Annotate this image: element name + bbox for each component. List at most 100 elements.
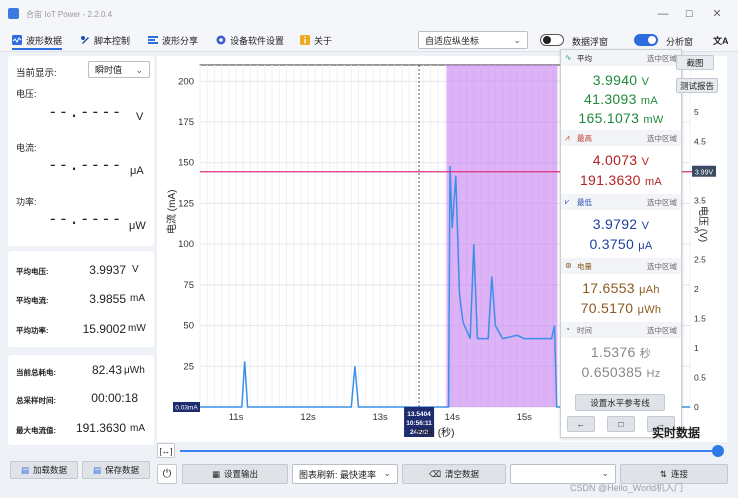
display-mode-select[interactable]: 瞬时值 ⌄ <box>88 61 150 78</box>
max-current-unit: mA <box>130 423 145 434</box>
output-icon: ▦ <box>211 468 220 479</box>
y-tick-label: 75 <box>183 280 194 291</box>
analysis-window-toggle[interactable] <box>634 34 658 46</box>
avg-power-value: 15.9002 <box>82 322 126 336</box>
refresh-rate-value: 图表刷新: 最快速率 <box>299 469 377 480</box>
max-section-header: ⩘ 最高 选中区域 <box>561 130 681 146</box>
y2-tick-label: 4.5 <box>694 137 706 147</box>
display-mode-value: 瞬时值 <box>95 65 123 75</box>
avg-power-unit: mW <box>128 323 146 334</box>
max-current: 191.3630 mA <box>579 172 663 188</box>
min-title: 最低 <box>577 198 592 207</box>
tab-label: 脚本控制 <box>94 35 131 46</box>
load-data-button[interactable]: ▤ 加载数据 <box>10 461 78 479</box>
current-display-label: 当前显示: <box>16 68 57 79</box>
power-icon: ⏻ <box>162 467 172 480</box>
chevron-down-icon: ⌄ <box>601 468 609 478</box>
y2-tick-label: 1.5 <box>694 314 706 324</box>
data-float-toggle[interactable] <box>540 34 564 46</box>
save-data-button[interactable]: ▤ 保存数据 <box>82 461 150 479</box>
avg-voltage-label: 平均电压: <box>16 267 49 276</box>
chevron-down-icon: ⌄ <box>383 468 391 478</box>
sample-time-label: 总采样时间: <box>16 396 56 405</box>
y-axis-label: 电流 (mA) <box>167 189 178 234</box>
y-tick-label: 175 <box>178 117 194 128</box>
close-button[interactable]: ✕ <box>710 8 724 20</box>
energy-icon: ⊛ <box>565 261 572 270</box>
window-title: 合宙 IoT Power - 2.2.0.4 <box>26 10 113 19</box>
connect-icon: ⇅ <box>659 468 668 479</box>
power-label: 功率: <box>16 197 37 207</box>
waveform-icon <box>12 35 22 45</box>
title-bar: 合宙 IoT Power - 2.2.0.4 — ☐ ✕ <box>0 0 738 28</box>
avg-current-unit: mA <box>130 293 145 304</box>
clear-data-button[interactable]: ⌫ 清空数据 <box>402 464 506 484</box>
chevron-down-icon: ⌄ <box>135 65 143 75</box>
max-scope: 选中区域 <box>647 134 677 143</box>
min-icon: ⩗ <box>565 197 570 206</box>
timeline-slider-track[interactable] <box>180 450 720 452</box>
power-button[interactable]: ⏻ <box>157 464 177 484</box>
y-tick-label: 150 <box>178 158 194 169</box>
energy-label: 当前总耗电: <box>16 368 56 377</box>
power-unit: μW <box>129 220 146 232</box>
tab-label: 波形数据 <box>26 35 63 46</box>
maximize-button[interactable]: ☐ <box>682 8 696 20</box>
y-tick-label: 50 <box>183 321 194 332</box>
tab-about[interactable]: 关于 <box>300 32 332 48</box>
settings-icon <box>216 35 226 45</box>
realtime-data-label: 实时数据 <box>652 426 701 440</box>
tab-device-settings[interactable]: 设备软件设置 <box>216 32 284 48</box>
timeline-slider-handle[interactable] <box>712 445 724 457</box>
test-report-button[interactable]: 测试报告 <box>676 78 718 93</box>
min-section-header: ⩗ 最低 选中区域 <box>561 194 681 210</box>
prev-arrow-button[interactable]: ← <box>567 416 595 432</box>
x-tick-label: 13s <box>372 412 388 423</box>
analysis-window-label: 分析窗 <box>666 37 694 47</box>
set-reference-line-button[interactable]: 设置水平参考线 <box>575 394 665 411</box>
avg-scope: 选中区域 <box>647 54 677 63</box>
y2-tick-label: 0 <box>694 402 699 412</box>
set-output-button[interactable]: ▦ 设置输出 <box>182 464 288 484</box>
screenshot-button[interactable]: 截图 <box>676 55 714 70</box>
energy-section-header: ⊛ 电量 选中区域 <box>561 258 681 274</box>
cursor-label-line: 13.5404 <box>407 411 431 418</box>
refresh-rate-select[interactable]: 图表刷新: 最快速率 ⌄ <box>292 464 398 484</box>
max-current-label: 最大电流值: <box>16 426 56 435</box>
translate-icon[interactable]: 文A <box>713 34 729 47</box>
stop-button[interactable]: □ <box>607 416 635 432</box>
y2-tick-label: 5 <box>694 107 699 117</box>
share-icon <box>148 36 158 44</box>
eraser-icon: ⌫ <box>428 468 441 479</box>
connect-label: 连接 <box>671 469 689 479</box>
max-title: 最高 <box>577 134 592 143</box>
sample-time-value: 00:00:18 <box>91 391 138 405</box>
tab-waveform-data[interactable]: 波形数据 <box>12 32 63 50</box>
x-tick-label: 12s <box>300 412 316 423</box>
stop-icon: □ <box>618 419 624 429</box>
fit-view-button[interactable]: [↔] <box>157 443 175 458</box>
max-icon: ⩘ <box>565 133 570 142</box>
y2-axis-label: 电压 (V) <box>697 206 708 243</box>
avg-current: 41.3093 mA <box>583 91 659 107</box>
x-tick-label: 11s <box>229 412 244 423</box>
time-title: 时间 <box>577 326 592 335</box>
tab-script-control[interactable]: 脚本控制 <box>80 32 130 48</box>
avg-power-label: 平均功率: <box>16 326 49 335</box>
fit-icon: [↔] <box>159 445 173 456</box>
energy-title: 电量 <box>577 262 592 271</box>
tab-waveform-share[interactable]: 波形分享 <box>148 32 198 48</box>
instant-values-card: 当前显示: 瞬时值 ⌄ 电压: --.---- V 电流: --.---- μA… <box>8 56 154 246</box>
current-value: --.---- <box>48 155 123 174</box>
minimize-button[interactable]: — <box>656 8 670 20</box>
avg-voltage: 3.9940 V <box>592 72 650 88</box>
info-icon <box>300 35 310 45</box>
voltage-ref-label: 3.99V <box>695 170 714 177</box>
app-logo-icon <box>8 8 19 19</box>
min-current: 0.3750 μA <box>589 236 653 252</box>
energy-work: 70.5170 μWh <box>580 300 662 316</box>
y2-tick-label: 2 <box>694 284 699 294</box>
axis-mode-select[interactable]: 自适应纵坐标 ⌄ <box>418 31 528 49</box>
min-scope: 选中区域 <box>647 198 677 207</box>
avg-current-label: 平均电流: <box>16 296 49 305</box>
